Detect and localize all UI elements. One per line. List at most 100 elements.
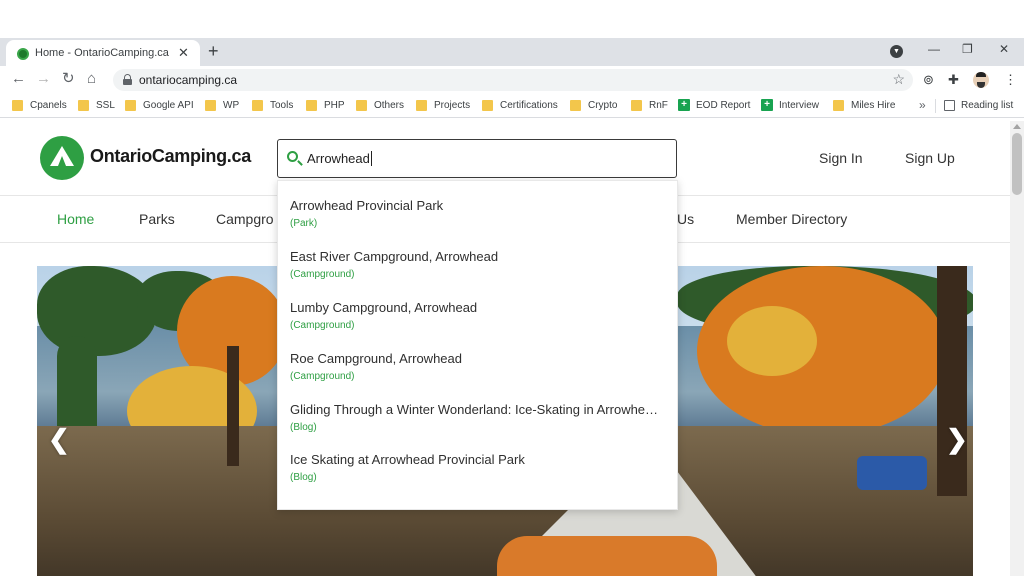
suggestion-item[interactable]: Gliding Through a Winter Wonderland: Ice…	[290, 402, 670, 433]
nav-member-directory[interactable]: Member Directory	[736, 211, 847, 227]
reading-list-label: Reading list	[961, 100, 1014, 111]
search-icon	[287, 151, 298, 162]
suggestion-title[interactable]: Arrowhead Provincial Park	[290, 198, 670, 213]
bookmark-label: Crypto	[588, 100, 618, 111]
suggestion-type: (Park)	[290, 218, 318, 229]
suggestion-type: (Blog)	[290, 472, 317, 483]
bookmark-rnf[interactable]: RnF	[631, 100, 668, 111]
reading-list-button[interactable]: Reading list	[944, 100, 1013, 111]
reload-icon[interactable]: ↻	[62, 70, 75, 88]
bookmark-label: Projects	[434, 100, 471, 111]
sign-in-link[interactable]: Sign In	[819, 150, 863, 166]
tent-door-shape	[58, 156, 66, 166]
tree-trunk-shape	[937, 266, 967, 496]
folder-icon	[631, 100, 642, 111]
bookmark-google-api[interactable]: Google API	[125, 100, 194, 111]
bookmark-others[interactable]: Others	[356, 100, 404, 111]
url-text[interactable]: ontariocamping.ca	[139, 73, 237, 87]
autumn-tree-shape	[727, 306, 817, 376]
address-bar[interactable]: ontariocamping.ca ☆	[113, 69, 913, 91]
bookmark-cpanels[interactable]: Cpanels	[12, 100, 67, 111]
bookmark-label: WP	[223, 100, 240, 111]
browser-tab-home[interactable]: Home - OntarioCamping.ca ✕	[6, 40, 200, 68]
close-window-icon[interactable]: ✕	[999, 42, 1009, 56]
home-icon[interactable]: ⌂	[87, 70, 96, 88]
suggestion-item[interactable]: Roe Campground, Arrowhead (Campground)	[290, 351, 670, 382]
folder-icon	[416, 100, 427, 111]
google-sheets-icon: +	[678, 99, 690, 111]
scroll-up-arrow-icon[interactable]	[1013, 124, 1021, 129]
bookmark-label: Google API	[143, 100, 194, 111]
carousel-prev-arrow-icon[interactable]: ❮	[48, 426, 70, 452]
bookmark-eod-report[interactable]: + EOD Report	[678, 99, 750, 111]
carousel-next-arrow-icon[interactable]: ❯	[946, 426, 968, 452]
forward-arrow-icon[interactable]: →	[36, 70, 51, 88]
bookmark-wp[interactable]: WP	[205, 100, 239, 111]
site-search-input[interactable]: Arrowhead	[277, 139, 677, 178]
folder-icon	[78, 100, 89, 111]
bookmark-label: Interview	[779, 99, 820, 111]
bookmark-star-icon[interactable]: ☆	[892, 71, 905, 88]
more-bookmarks-chevron-icon[interactable]: »	[919, 98, 926, 112]
nav-campgrounds[interactable]: Campgro	[216, 211, 274, 227]
close-tab-icon[interactable]: ✕	[178, 44, 189, 62]
suggestion-title[interactable]: Ice Skating at Arrowhead Provincial Park	[290, 452, 670, 467]
reading-list-icon	[944, 100, 955, 111]
tab-title: Home - OntarioCamping.ca	[35, 47, 169, 59]
suggestion-item[interactable]: Ice Skating at Arrowhead Provincial Park…	[290, 452, 670, 483]
bookmark-projects[interactable]: Projects	[416, 100, 470, 111]
folder-icon	[12, 100, 23, 111]
puzzle-extensions-icon[interactable]: ✚	[948, 72, 959, 88]
site-logo-text[interactable]: OntarioCamping.ca	[90, 146, 251, 167]
new-tab-icon[interactable]: +	[208, 41, 219, 61]
folder-icon	[356, 100, 367, 111]
suggestion-title[interactable]: Gliding Through a Winter Wonderland: Ice…	[290, 402, 670, 417]
bookmark-label: Others	[374, 100, 405, 111]
more-menu-icon[interactable]: ⋮	[1004, 72, 1017, 88]
folder-icon	[482, 100, 493, 111]
folder-icon	[570, 100, 581, 111]
tree-trunk-shape	[227, 346, 239, 466]
extension-icon[interactable]: ⊚	[923, 72, 934, 88]
bookmark-label: Cpanels	[30, 100, 67, 111]
tent-fly-shape	[497, 536, 717, 576]
nav-parks[interactable]: Parks	[139, 211, 175, 227]
suggestion-item[interactable]: Arrowhead Provincial Park (Park)	[290, 198, 670, 229]
profile-avatar[interactable]	[973, 72, 989, 88]
bookmark-label: PHP	[324, 100, 345, 111]
tab-search-icon[interactable]: ▼	[890, 45, 903, 58]
page-scrollbar[interactable]	[1010, 121, 1024, 576]
bookmark-ssl[interactable]: SSL	[78, 100, 115, 111]
bookmark-label: RnF	[649, 100, 668, 111]
suggestion-title[interactable]: East River Campground, Arrowhead	[290, 249, 670, 264]
bookmark-tools[interactable]: Tools	[252, 100, 293, 111]
suggestion-item[interactable]: East River Campground, Arrowhead (Campgr…	[290, 249, 670, 280]
sign-up-link[interactable]: Sign Up	[905, 150, 955, 166]
folder-icon	[252, 100, 263, 111]
tent-logo-icon[interactable]	[40, 136, 84, 180]
bookmark-php[interactable]: PHP	[306, 100, 345, 111]
bookmark-label: SSL	[96, 100, 115, 111]
suggestion-title[interactable]: Roe Campground, Arrowhead	[290, 351, 670, 366]
suggestion-title[interactable]: Lumby Campground, Arrowhead	[290, 300, 670, 315]
bookmark-label: EOD Report	[696, 99, 751, 111]
bookmark-miles-hire[interactable]: Miles Hire	[833, 100, 895, 111]
back-arrow-icon[interactable]: ←	[11, 70, 26, 88]
nav-home[interactable]: Home	[57, 211, 94, 227]
folder-icon	[125, 100, 136, 111]
restore-window-icon[interactable]: ❐	[962, 42, 973, 56]
bookmark-crypto[interactable]: Crypto	[570, 100, 617, 111]
bookmark-label: Certifications	[500, 100, 558, 111]
minimize-window-icon[interactable]: —	[928, 42, 940, 56]
search-suggestions-dropdown: Arrowhead Provincial Park (Park) East Ri…	[277, 180, 678, 510]
text-caret	[370, 151, 372, 166]
bookmark-interview[interactable]: + Interview	[761, 99, 819, 111]
lock-icon[interactable]	[123, 74, 132, 85]
bookmark-certifications[interactable]: Certifications	[482, 100, 558, 111]
search-input-value[interactable]: Arrowhead	[307, 151, 372, 166]
suggestion-item[interactable]: Lumby Campground, Arrowhead (Campground)	[290, 300, 670, 331]
search-query-text: Arrowhead	[307, 151, 370, 166]
scrollbar-thumb[interactable]	[1012, 133, 1022, 195]
nav-about-us[interactable]: Us	[677, 211, 694, 227]
bookmark-label: Tools	[270, 100, 294, 111]
